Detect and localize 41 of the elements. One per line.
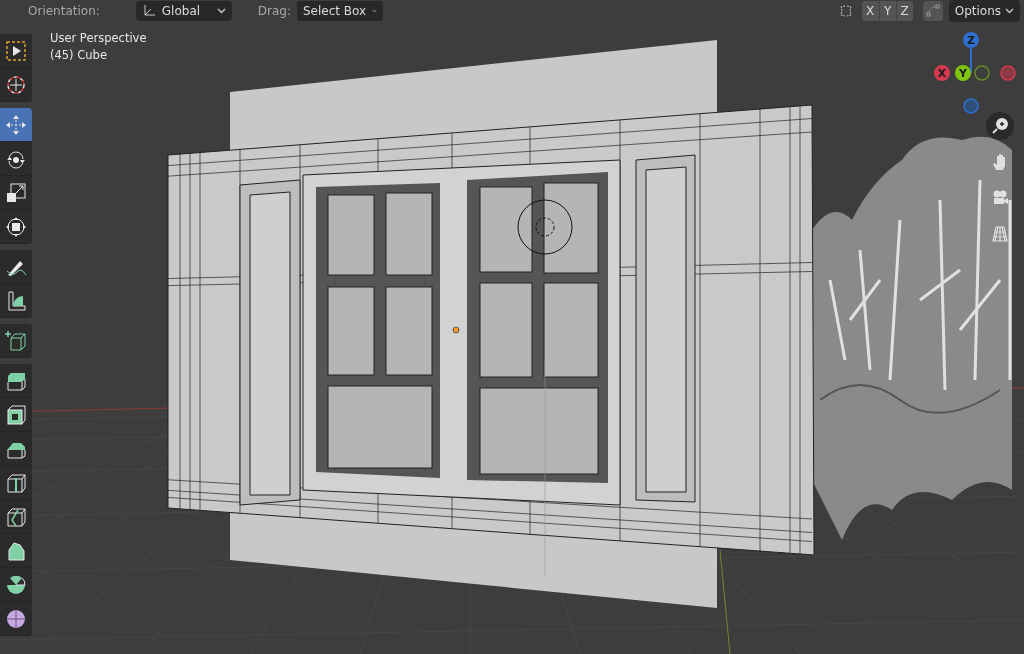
scale-tool-icon [5,181,27,204]
zoom-view-button[interactable] [986,112,1014,140]
options-button[interactable]: Options [948,0,1020,22]
loopcut-tool-icon [5,471,27,494]
orientation-value: Global [161,4,202,18]
gizmo-axis-ball[interactable]: Y [955,65,971,81]
gizmo-axis-line [970,48,972,73]
spin-tool-icon [5,573,27,596]
negative-y-axis-ring[interactable] [974,65,990,81]
addcube-tool-icon [5,329,27,352]
view-name: User Perspective [50,31,147,45]
measure-tool-icon [5,289,27,312]
inset-tool-icon [5,403,27,426]
proportional-edit-icon[interactable] [922,1,943,21]
smooth-tool-icon [5,607,27,630]
drag-label: Drag: [257,4,291,18]
drag-value: Select Box [303,4,367,18]
polybuild-tool-icon [5,539,27,562]
transform-tool-icon [5,215,27,238]
select-tool-icon [5,39,27,62]
cursor-tool-icon [5,73,27,96]
camera-icon [991,189,1009,207]
knife-tool-icon [5,505,27,528]
caret-icon [1005,8,1014,14]
tool-button[interactable] [0,364,32,398]
caret-icon [372,8,377,14]
tool-button[interactable] [0,108,32,142]
object-name: (45) Cube [50,48,108,62]
move-tool-icon [5,113,27,136]
zoom-icon [991,117,1009,135]
axes-icon [141,4,156,18]
orientation-dropdown[interactable]: Global [135,1,232,21]
3d-viewport[interactable]: Orientation: Global Drag: Select Box X Y Z Options User Perspective (45) Cube Z X Y [0,0,1024,654]
grid-icon [991,225,1009,243]
tool-button[interactable] [0,250,32,284]
tool-button[interactable] [0,34,32,68]
drag-dropdown[interactable]: Select Box [297,1,383,21]
gizmo-axis-ball[interactable]: X [934,65,950,81]
gizmo-axis-ball[interactable]: Z [963,32,979,48]
orientation-label: Orientation: [28,4,100,18]
caret-icon [216,8,226,14]
